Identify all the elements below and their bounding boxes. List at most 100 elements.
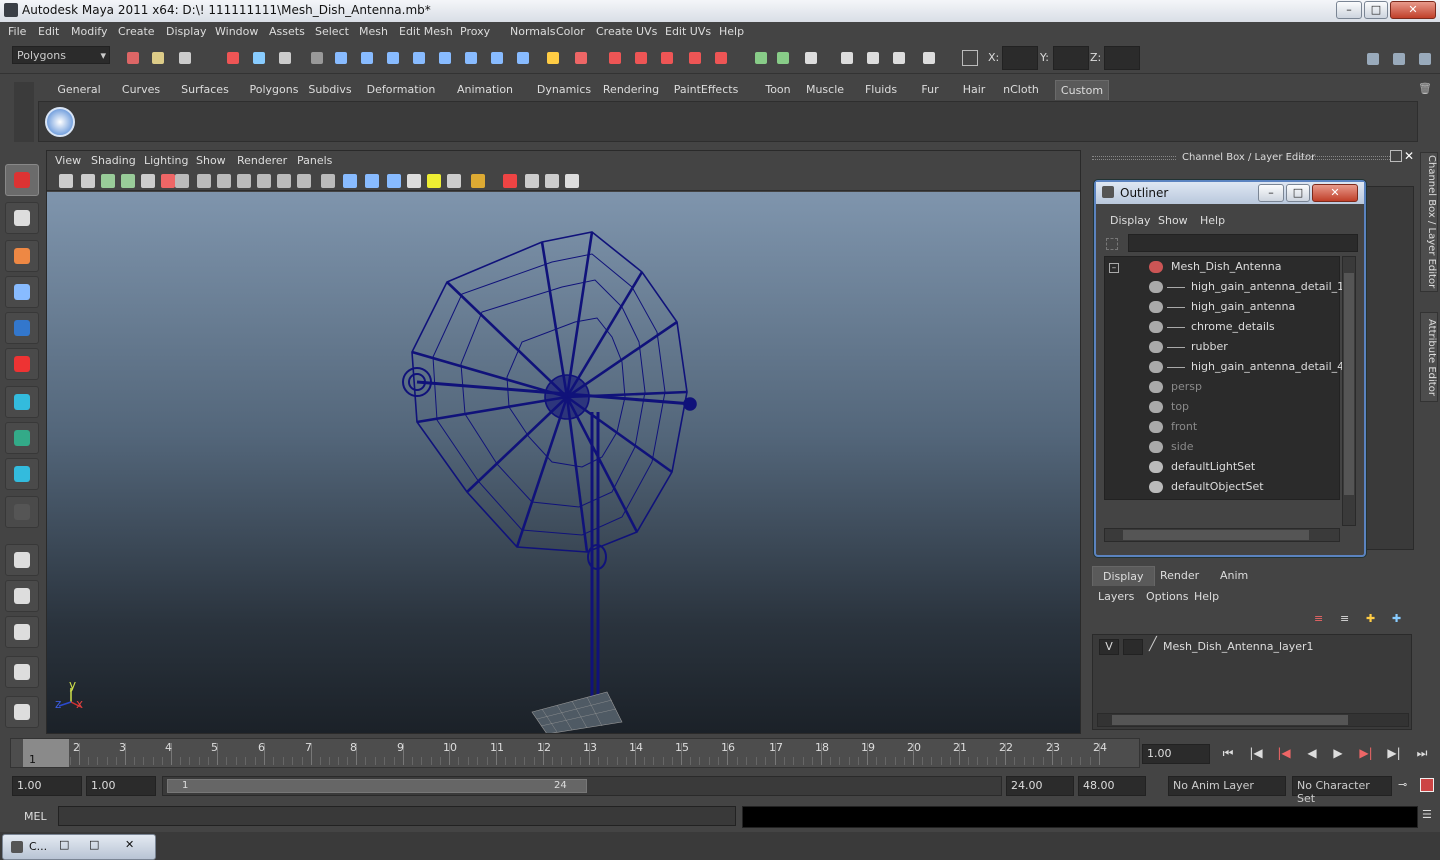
status-tool-21-icon[interactable] — [684, 47, 706, 69]
y-coord-input[interactable] — [1053, 46, 1089, 70]
menu-edit-uvs[interactable]: Edit UVs — [665, 25, 711, 38]
viewport-tool-5-icon[interactable] — [141, 174, 155, 188]
outliner-item[interactable]: defaultLightSet — [1105, 457, 1341, 477]
shelf-tab-toon[interactable]: Toon — [756, 80, 800, 100]
outliner-item[interactable]: Mesh_Dish_Antenna — [1105, 257, 1341, 277]
step-back-key-button[interactable]: |◀ — [1246, 746, 1266, 764]
playback-end-input[interactable]: 24.00 — [1006, 776, 1074, 796]
scale-tool-icon[interactable] — [5, 348, 39, 380]
menu-create-uvs[interactable]: Create UVs — [596, 25, 657, 38]
perspective-viewport[interactable]: View Shading Lighting Show Renderer Panels — [46, 150, 1081, 735]
viewport-tool-17-icon[interactable] — [387, 174, 401, 188]
float-panel-icon[interactable] — [1390, 150, 1402, 162]
last-tool-icon[interactable] — [5, 496, 39, 528]
menu-modify[interactable]: Modify — [71, 25, 107, 38]
close-button[interactable]: ✕ — [1390, 1, 1436, 19]
layer-visibility-toggle[interactable]: V — [1099, 639, 1119, 655]
shelf-tab-deformation[interactable]: Deformation — [362, 80, 440, 100]
viewport-menu-renderer[interactable]: Renderer — [237, 154, 287, 167]
shelf-menu-icon[interactable] — [14, 82, 34, 142]
channel-box-toggle-icon[interactable] — [1362, 48, 1384, 70]
status-tool-7-icon[interactable] — [306, 47, 328, 69]
shelf-tab-fluids[interactable]: Fluids — [858, 80, 904, 100]
viewport-tool-15-icon[interactable] — [343, 174, 357, 188]
menu-select[interactable]: Select — [315, 25, 349, 38]
shelf-tab-custom[interactable]: Custom — [1055, 80, 1109, 100]
status-tool-14-icon[interactable] — [486, 47, 508, 69]
minimize-button[interactable]: – — [1336, 1, 1362, 19]
viewport-tool-9-icon[interactable] — [217, 174, 231, 188]
outliner-vertical-scrollbar[interactable] — [1342, 256, 1356, 526]
outliner-item[interactable]: persp — [1105, 377, 1341, 397]
viewport-tool-16-icon[interactable] — [365, 174, 379, 188]
viewport-menu-shading[interactable]: Shading — [91, 154, 136, 167]
drag-handle[interactable] — [1092, 156, 1176, 160]
mel-command-input[interactable] — [58, 806, 736, 826]
range-bar[interactable]: 1 24 — [162, 776, 1002, 796]
select-tool-icon[interactable] — [5, 164, 39, 196]
viewport-tool-19-icon[interactable] — [427, 174, 441, 188]
viewport-tool-3-icon[interactable] — [101, 174, 115, 188]
status-tool-5-icon[interactable] — [248, 47, 270, 69]
status-tool-11-icon[interactable] — [408, 47, 430, 69]
status-tool-27-icon[interactable] — [862, 47, 884, 69]
time-ruler[interactable]: 123456789101112131415161718192021222324 … — [10, 738, 1140, 768]
layer-scroll-thumb[interactable] — [1112, 715, 1348, 725]
status-tool-20-icon[interactable] — [656, 47, 678, 69]
maximize-button[interactable]: □ — [1364, 1, 1388, 19]
status-tool-13-icon[interactable] — [460, 47, 482, 69]
viewport-tool-1-icon[interactable] — [59, 174, 73, 188]
menu-mesh[interactable]: Mesh — [359, 25, 388, 38]
outliner-item[interactable]: front — [1105, 417, 1341, 437]
soft-mod-tool-icon[interactable] — [5, 422, 39, 454]
close-icon[interactable]: ✕ — [125, 838, 134, 851]
snap-tool-icon[interactable] — [5, 458, 39, 490]
shelf-tab-ncloth[interactable]: nCloth — [996, 80, 1046, 100]
viewport-tool-2-icon[interactable] — [81, 174, 95, 188]
animation-end-input[interactable]: 48.00 — [1078, 776, 1146, 796]
outliner-item[interactable]: side — [1105, 437, 1341, 457]
filter-icon[interactable] — [1106, 238, 1118, 250]
outliner-minimize-button[interactable]: – — [1258, 184, 1284, 202]
viewport-tool-25-icon[interactable] — [565, 174, 579, 188]
viewport-menu-lighting[interactable]: Lighting — [144, 154, 188, 167]
outliner-scroll-thumb[interactable] — [1344, 273, 1354, 495]
viewport-tool-14-icon[interactable] — [321, 174, 335, 188]
viewport-tool-8-icon[interactable] — [197, 174, 211, 188]
new-layer-selected-icon[interactable]: ✚ — [1392, 612, 1401, 625]
outliner-list[interactable]: – Mesh_Dish_Antenna high_gain_antenna_deta… — [1104, 256, 1344, 500]
current-time-input[interactable]: 1.00 — [1142, 744, 1210, 764]
hypershade-layout-icon[interactable] — [5, 696, 39, 728]
animation-preferences-icon[interactable] — [1420, 778, 1434, 792]
layer-tab-render[interactable]: Render — [1150, 566, 1209, 586]
shelf-tab-hair[interactable]: Hair — [956, 80, 992, 100]
paint-select-tool-icon[interactable] — [5, 240, 39, 272]
step-forward-key-button[interactable]: ▶| — [1384, 746, 1404, 764]
layer-color-swatch-icon[interactable]: ╱ — [1149, 637, 1157, 652]
viewport-tool-24-icon[interactable] — [545, 174, 559, 188]
status-tool-17-icon[interactable] — [570, 47, 592, 69]
outliner-titlebar[interactable]: Outliner – □ ✕ — [1096, 182, 1364, 204]
layer-menu-help[interactable]: Help — [1194, 590, 1219, 603]
viewport-tool-7-icon[interactable] — [175, 174, 189, 188]
viewport-tool-10-icon[interactable] — [237, 174, 251, 188]
layer-name[interactable]: Mesh_Dish_Antenna_layer1 — [1163, 640, 1314, 653]
outliner-menu-show[interactable]: Show — [1158, 214, 1188, 227]
step-back-frame-button[interactable]: |◀ — [1274, 746, 1294, 764]
trash-icon[interactable]: 🗑 — [1418, 82, 1432, 96]
manipulator-tool-icon[interactable] — [5, 386, 39, 418]
status-tool-12-icon[interactable] — [434, 47, 456, 69]
menu-normals[interactable]: Normals — [510, 25, 556, 38]
shelf-tab-animation[interactable]: Animation — [446, 80, 524, 100]
menu-proxy[interactable]: Proxy — [460, 25, 490, 38]
outliner-item[interactable]: chrome_details — [1105, 317, 1341, 337]
shelf-tab-muscle[interactable]: Muscle — [802, 80, 848, 100]
viewport-tool-4-icon[interactable] — [121, 174, 135, 188]
rotate-tool-icon[interactable] — [5, 312, 39, 344]
move-tool-icon[interactable] — [5, 276, 39, 308]
close-panel-icon[interactable]: ✕ — [1404, 149, 1414, 163]
outliner-horizontal-scrollbar[interactable] — [1104, 528, 1340, 542]
play-forwards-button[interactable]: ▶ — [1328, 746, 1348, 764]
viewport-tool-23-icon[interactable] — [525, 174, 539, 188]
outliner-menu-display[interactable]: Display — [1110, 214, 1151, 227]
